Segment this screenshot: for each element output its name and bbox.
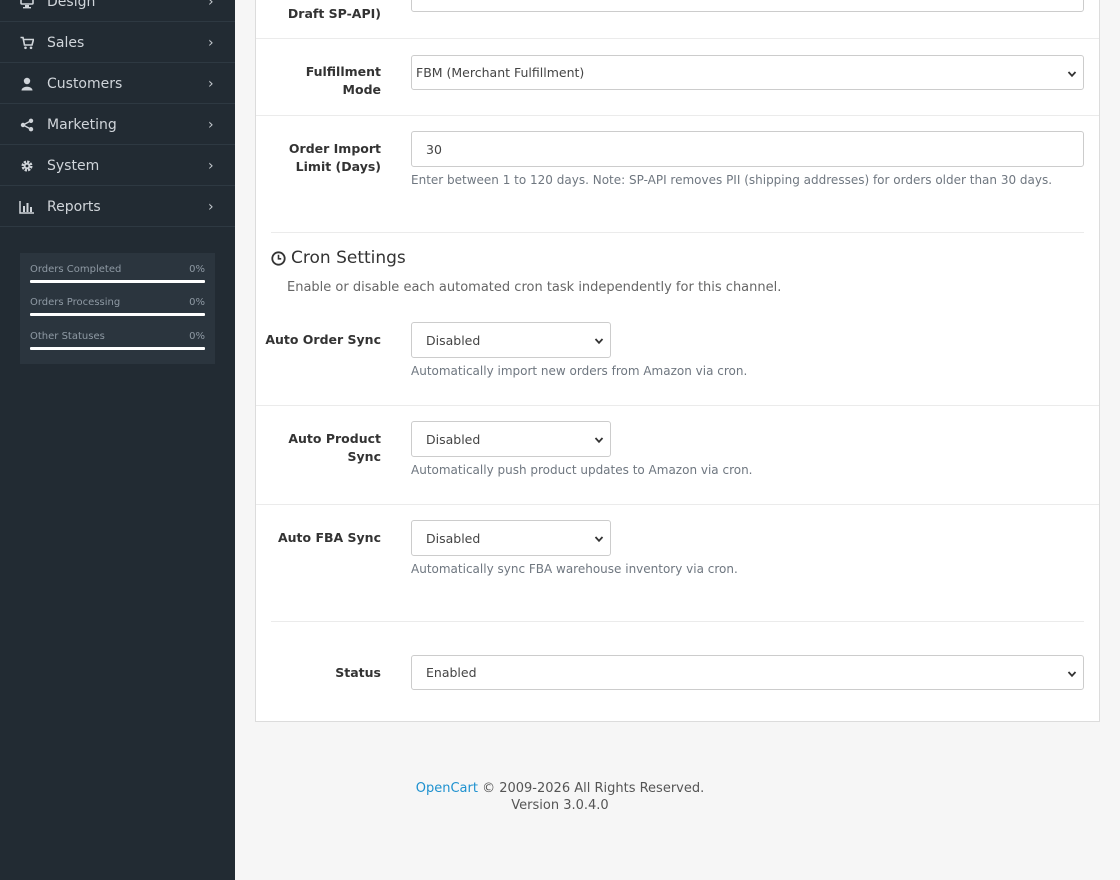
- auto-order-sync-select[interactable]: Disabled: [411, 322, 611, 358]
- stat-value: 0%: [189, 264, 205, 275]
- chevron-down-icon: [594, 532, 604, 547]
- sidebar-item-sales[interactable]: Sales ›: [0, 23, 235, 63]
- progress-bar: [30, 280, 205, 283]
- sidebar-item-marketing[interactable]: Marketing ›: [0, 105, 235, 145]
- divider: [256, 38, 1099, 39]
- fulfillment-mode-select[interactable]: FBM (Merchant Fulfillment): [411, 55, 1084, 90]
- sidebar-item-system[interactable]: System ›: [0, 146, 235, 186]
- auto-fba-sync-label: Auto FBA Sync: [277, 530, 381, 545]
- chevron-down-icon: [1067, 67, 1077, 82]
- divider: [256, 405, 1099, 406]
- stat-other-statuses: Other Statuses 0%: [30, 331, 205, 350]
- cart-icon: [19, 35, 35, 51]
- chevron-right-icon: ›: [208, 116, 214, 133]
- monitor-icon: [19, 0, 35, 10]
- progress-bar: [30, 313, 205, 316]
- status-label: Status: [335, 665, 381, 680]
- sidebar-item-label: Customers: [47, 75, 123, 92]
- footer-copyright: © 2009-2026 All Rights Reserved.: [482, 781, 705, 796]
- footer-version: Version 3.0.4.0: [511, 798, 609, 813]
- footer-copyright-line: OpenCart © 2009-2026 All Rights Reserved…: [255, 781, 865, 796]
- auto-product-sync-help: Automatically push product updates to Am…: [411, 463, 753, 477]
- divider: [256, 115, 1099, 116]
- divider: [271, 621, 1084, 622]
- footer: OpenCart © 2009-2026 All Rights Reserved…: [255, 781, 865, 813]
- chevron-right-icon: ›: [208, 34, 214, 51]
- divider: [271, 232, 1084, 233]
- stat-orders-completed: Orders Completed 0%: [30, 264, 205, 283]
- progress-bar: [30, 347, 205, 350]
- chevron-right-icon: ›: [208, 198, 214, 215]
- partial-field-input[interactable]: 1.0: [411, 0, 1084, 12]
- order-import-limit-help: Enter between 1 to 120 days. Note: SP-AP…: [411, 173, 1053, 187]
- order-import-limit-input[interactable]: 30: [411, 131, 1084, 167]
- sidebar-item-label: Sales: [47, 34, 85, 51]
- fulfillment-mode-label: Fulfillment Mode: [305, 64, 381, 97]
- select-value: Enabled: [426, 665, 477, 680]
- chevron-down-icon: [594, 433, 604, 448]
- sidebar-item-customers[interactable]: Customers ›: [0, 64, 235, 104]
- bar-chart-icon: [19, 199, 35, 215]
- chevron-right-icon: ›: [208, 157, 214, 174]
- order-import-limit-label: Order Import Limit (Days): [288, 141, 381, 174]
- sidebar: Design › Sales › Customers › Marketing ›…: [0, 0, 235, 880]
- select-value: Disabled: [426, 332, 481, 348]
- sidebar-item-label: System: [47, 157, 100, 174]
- stat-label: Orders Processing: [30, 297, 121, 308]
- gear-icon: [19, 158, 35, 174]
- order-stats-panel: Orders Completed 0% Orders Processing 0% O…: [20, 253, 215, 364]
- stat-orders-processing: Orders Processing 0%: [30, 297, 205, 316]
- auto-order-sync-help: Automatically import new orders from Ama…: [411, 364, 748, 378]
- select-value: Disabled: [426, 530, 481, 546]
- cron-settings-title: Cron Settings: [291, 248, 406, 268]
- stat-label: Orders Completed: [30, 264, 122, 275]
- stat-value: 0%: [189, 331, 205, 342]
- sidebar-item-label: Marketing: [47, 116, 117, 133]
- sidebar-item-reports[interactable]: Reports ›: [0, 187, 235, 227]
- share-icon: [19, 117, 35, 133]
- divider: [256, 504, 1099, 505]
- stat-label: Other Statuses: [30, 331, 105, 342]
- sidebar-item-label: Design: [47, 0, 96, 10]
- partial-field-label: Draft SP-API): [287, 6, 381, 21]
- sidebar-item-label: Reports: [47, 198, 101, 215]
- chevron-down-icon: [594, 334, 604, 349]
- auto-fba-sync-help: Automatically sync FBA warehouse invento…: [411, 562, 738, 576]
- auto-fba-sync-select[interactable]: Disabled: [411, 520, 611, 556]
- auto-product-sync-select[interactable]: Disabled: [411, 421, 611, 457]
- chevron-right-icon: ›: [208, 75, 214, 92]
- opencart-link[interactable]: OpenCart: [416, 781, 478, 796]
- cron-settings-heading: Cron Settings: [271, 248, 406, 268]
- clock-icon: [271, 250, 286, 266]
- select-value: FBM (Merchant Fulfillment): [416, 65, 585, 80]
- status-select[interactable]: Enabled: [411, 655, 1084, 690]
- chevron-right-icon: ›: [208, 0, 214, 10]
- chevron-down-icon: [1067, 667, 1077, 682]
- auto-product-sync-label: Auto Product Sync: [288, 431, 381, 464]
- auto-order-sync-label: Auto Order Sync: [265, 332, 381, 347]
- cron-settings-description: Enable or disable each automated cron ta…: [287, 280, 782, 295]
- select-value: Disabled: [426, 431, 481, 447]
- user-icon: [19, 76, 35, 92]
- stat-value: 0%: [189, 297, 205, 308]
- sidebar-item-design[interactable]: Design ›: [0, 0, 235, 22]
- settings-panel: [255, 0, 1100, 722]
